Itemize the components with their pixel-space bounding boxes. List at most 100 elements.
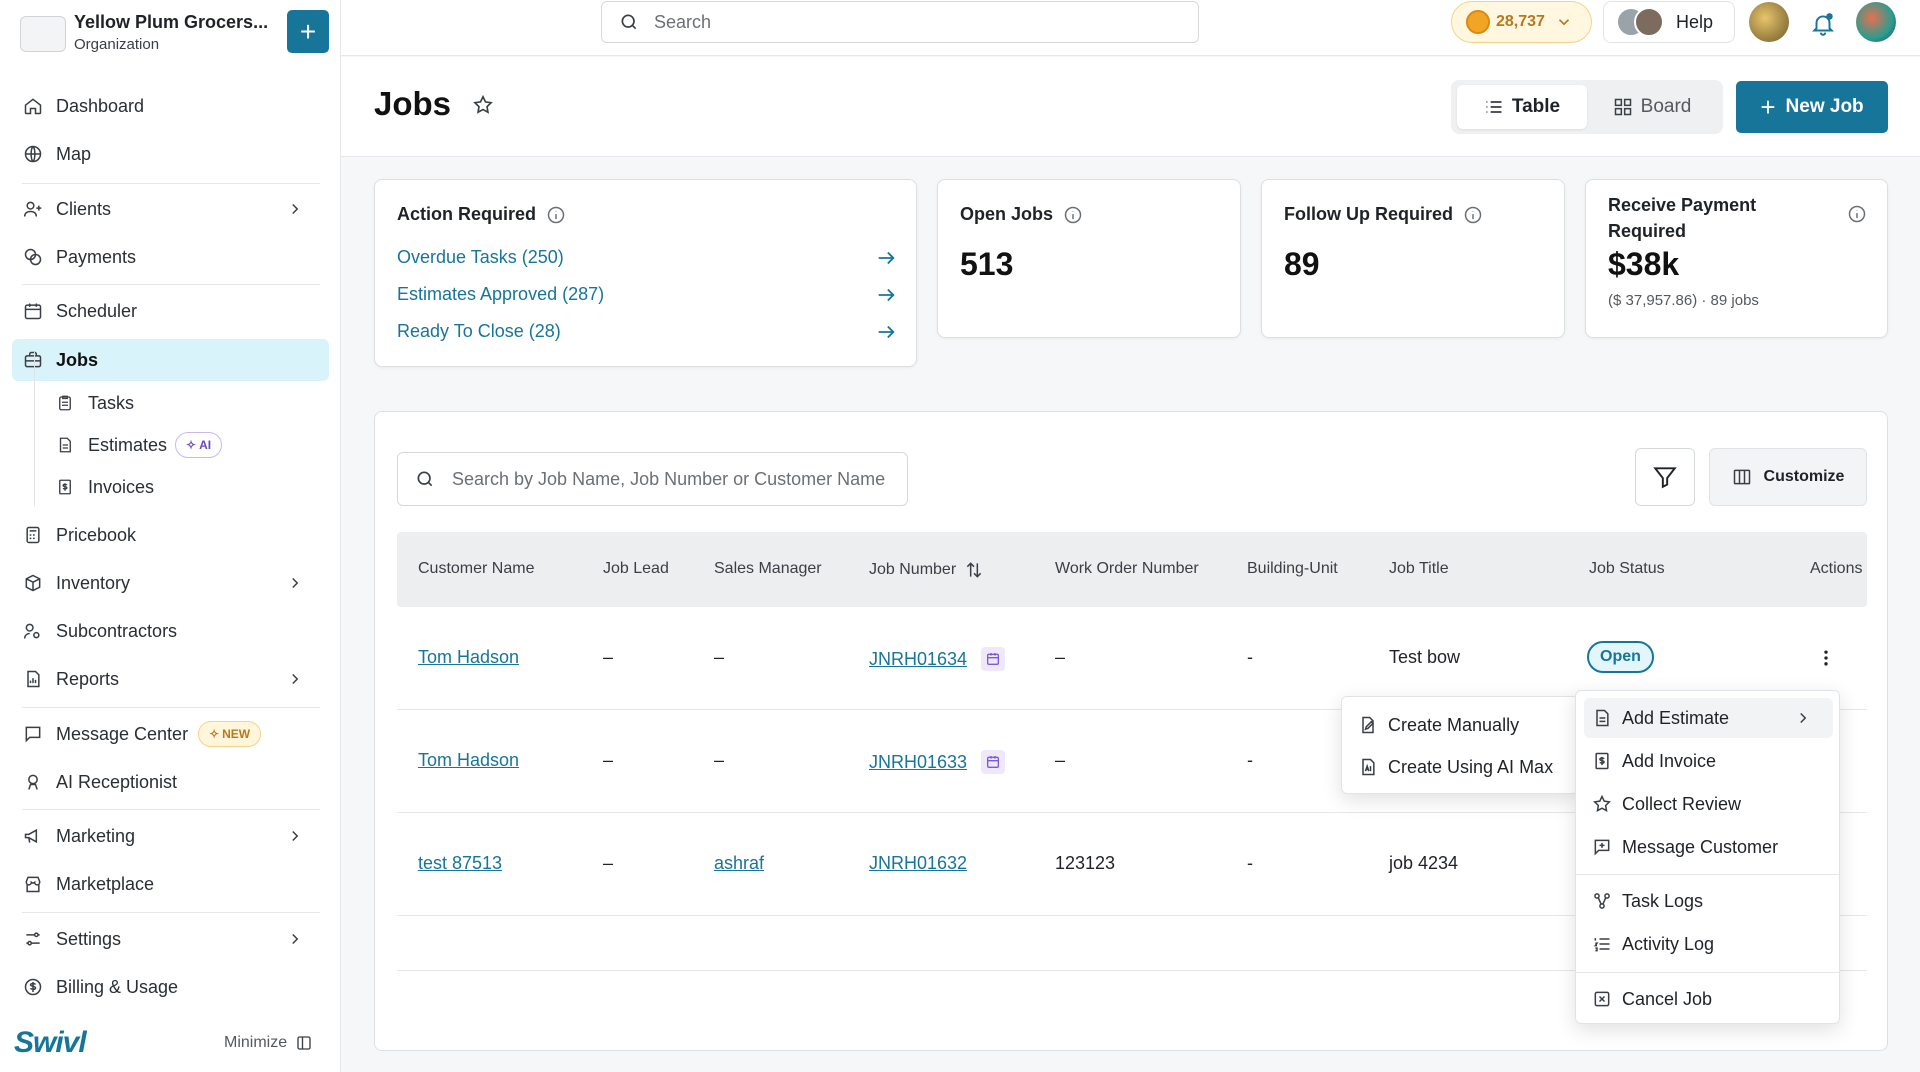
sliders-icon — [22, 928, 44, 950]
job-number-link[interactable]: JNRH01632 — [869, 853, 967, 874]
document-icon — [54, 434, 76, 456]
customer-link[interactable]: Tom Hadson — [418, 750, 519, 771]
info-icon[interactable] — [1463, 205, 1483, 225]
quick-add-button[interactable]: + — [287, 10, 329, 53]
activity-log-item[interactable]: Activity Log — [1584, 924, 1833, 964]
info-icon[interactable] — [1847, 204, 1867, 224]
column-header[interactable]: Job Status — [1589, 560, 1665, 578]
sidebar-label: Inventory — [56, 572, 131, 593]
avatar — [1634, 7, 1664, 37]
sidebar-item-pricebook[interactable]: Pricebook — [12, 515, 329, 555]
collect-review-item[interactable]: Collect Review — [1584, 784, 1833, 824]
sidebar-item-billing[interactable]: Billing & Usage — [12, 967, 329, 1007]
divider — [22, 284, 320, 285]
receive-payment-card[interactable]: Receive Payment Required $38k ($ 37,957.… — [1585, 179, 1888, 338]
sidebar-item-inventory[interactable]: Inventory — [12, 563, 329, 603]
info-icon[interactable] — [546, 205, 566, 225]
help-button[interactable]: Help — [1603, 1, 1735, 43]
customer-link[interactable]: test 87513 — [418, 853, 502, 874]
sidebar-label: Message Center — [56, 723, 189, 744]
estimates-approved-link[interactable]: Estimates Approved (287) — [397, 284, 897, 305]
sidebar-item-payments[interactable]: Payments — [12, 237, 329, 277]
coins-icon — [22, 246, 44, 268]
job-number-link[interactable]: JNRH01633 — [869, 752, 967, 773]
sidebar-item-marketing[interactable]: Marketing — [12, 816, 329, 856]
info-icon[interactable] — [1063, 205, 1083, 225]
menu-divider — [1576, 972, 1839, 973]
sidebar-item-subcontractors[interactable]: Subcontractors — [12, 611, 329, 651]
org-switcher[interactable]: Yellow Plum Grocers... Organization + — [20, 10, 330, 60]
add-invoice-item[interactable]: Add Invoice — [1584, 741, 1833, 781]
sidebar-item-jobs[interactable]: Jobs — [12, 339, 329, 381]
workspace-avatar[interactable] — [1749, 2, 1789, 42]
chevron-right-icon — [285, 199, 305, 219]
new-job-button[interactable]: + New Job — [1736, 81, 1888, 133]
column-header[interactable]: Building-Unit — [1247, 560, 1338, 578]
add-estimate-item[interactable]: Add Estimate — [1584, 698, 1833, 738]
job-search-input[interactable]: Search by Job Name, Job Number or Custom… — [397, 452, 908, 506]
row-actions-menu: Add Estimate Add Invoice Collect Review … — [1575, 690, 1840, 1024]
customer-link[interactable]: Tom Hadson — [418, 647, 519, 668]
sidebar-label: Reports — [56, 668, 120, 689]
follow-up-card[interactable]: Follow Up Required 89 — [1261, 179, 1565, 338]
open-jobs-card[interactable]: Open Jobs 513 — [937, 179, 1241, 338]
column-header-sortable[interactable]: Job Number — [869, 560, 984, 580]
ready-to-close-link[interactable]: Ready To Close (28) — [397, 321, 897, 342]
chevron-right-icon — [285, 826, 305, 846]
global-search-input[interactable]: Search — [601, 1, 1199, 43]
column-header[interactable]: Job Lead — [603, 560, 669, 578]
brand-logo: Swivl — [14, 1026, 87, 1059]
sidebar-item-marketplace[interactable]: Marketplace — [12, 864, 329, 904]
job-title-cell: job 4234 — [1389, 853, 1459, 873]
tab-board[interactable]: Board — [1587, 85, 1717, 129]
sales-manager-link[interactable]: ashraf — [714, 853, 764, 874]
star-icon[interactable] — [471, 93, 495, 117]
more-vertical-icon[interactable] — [1816, 647, 1836, 669]
search-icon — [414, 468, 436, 490]
job-number-link[interactable]: JNRH01634 — [869, 649, 967, 670]
card-title-text: Receive Payment — [1608, 195, 1757, 215]
customize-button[interactable]: Customize — [1709, 448, 1867, 506]
arrow-right-icon — [875, 321, 897, 343]
divider — [22, 912, 320, 913]
menu-label: Collect Review — [1622, 793, 1742, 814]
view-toggle: Table Board — [1451, 80, 1723, 134]
sidebar-item-settings[interactable]: Settings — [12, 919, 329, 959]
sidebar-item-reports[interactable]: Reports — [12, 659, 329, 699]
message-customer-item[interactable]: Message Customer — [1584, 827, 1833, 867]
sidebar-item-estimates[interactable]: Estimates ✧ AI — [44, 425, 324, 465]
sparkle-icon: ✧ — [209, 727, 220, 741]
sidebar-item-invoices[interactable]: Invoices — [44, 467, 324, 507]
column-header[interactable]: Job Title — [1389, 560, 1449, 578]
work-order-cell: – — [1055, 750, 1066, 770]
add-estimate-submenu: Create Manually Create Using AI Max — [1341, 696, 1579, 794]
sidebar-item-clients[interactable]: Clients — [12, 189, 329, 229]
sidebar-label: Jobs — [56, 349, 99, 370]
minimize-button[interactable]: Minimize — [224, 1034, 313, 1052]
column-header[interactable]: Customer Name — [418, 560, 534, 578]
sidebar-item-message-center[interactable]: Message Center ✧ NEW — [12, 714, 329, 754]
filter-button[interactable] — [1635, 448, 1695, 506]
bell-icon[interactable] — [1803, 4, 1843, 44]
tab-table[interactable]: Table — [1457, 85, 1587, 129]
coins-dropdown[interactable]: 28,737 — [1451, 1, 1592, 43]
cancel-job-item[interactable]: Cancel Job — [1584, 979, 1833, 1019]
calendar-icon[interactable] — [981, 647, 1006, 671]
create-manually-item[interactable]: Create Manually — [1350, 705, 1572, 745]
column-header[interactable]: Work Order Number — [1055, 560, 1199, 578]
edit-document-icon — [1358, 715, 1378, 735]
sidebar-item-map[interactable]: Map — [12, 134, 329, 174]
column-header[interactable]: Sales Manager — [714, 560, 822, 578]
sidebar-item-dashboard[interactable]: Dashboard — [12, 86, 329, 126]
create-using-ai-item[interactable]: Create Using AI Max — [1350, 747, 1572, 787]
sidebar-item-ai-receptionist[interactable]: AI Receptionist — [12, 762, 329, 802]
user-avatar[interactable] — [1856, 2, 1896, 42]
sidebar-item-tasks[interactable]: Tasks — [44, 383, 324, 423]
sidebar-item-scheduler[interactable]: Scheduler — [12, 291, 329, 331]
overdue-tasks-link[interactable]: Overdue Tasks (250) — [397, 247, 897, 268]
card-title-text: Required — [1608, 221, 1687, 241]
link-text: Estimates Approved (287) — [397, 284, 605, 304]
task-logs-item[interactable]: Task Logs — [1584, 881, 1833, 921]
globe-icon — [22, 143, 44, 165]
calendar-icon[interactable] — [981, 750, 1006, 774]
